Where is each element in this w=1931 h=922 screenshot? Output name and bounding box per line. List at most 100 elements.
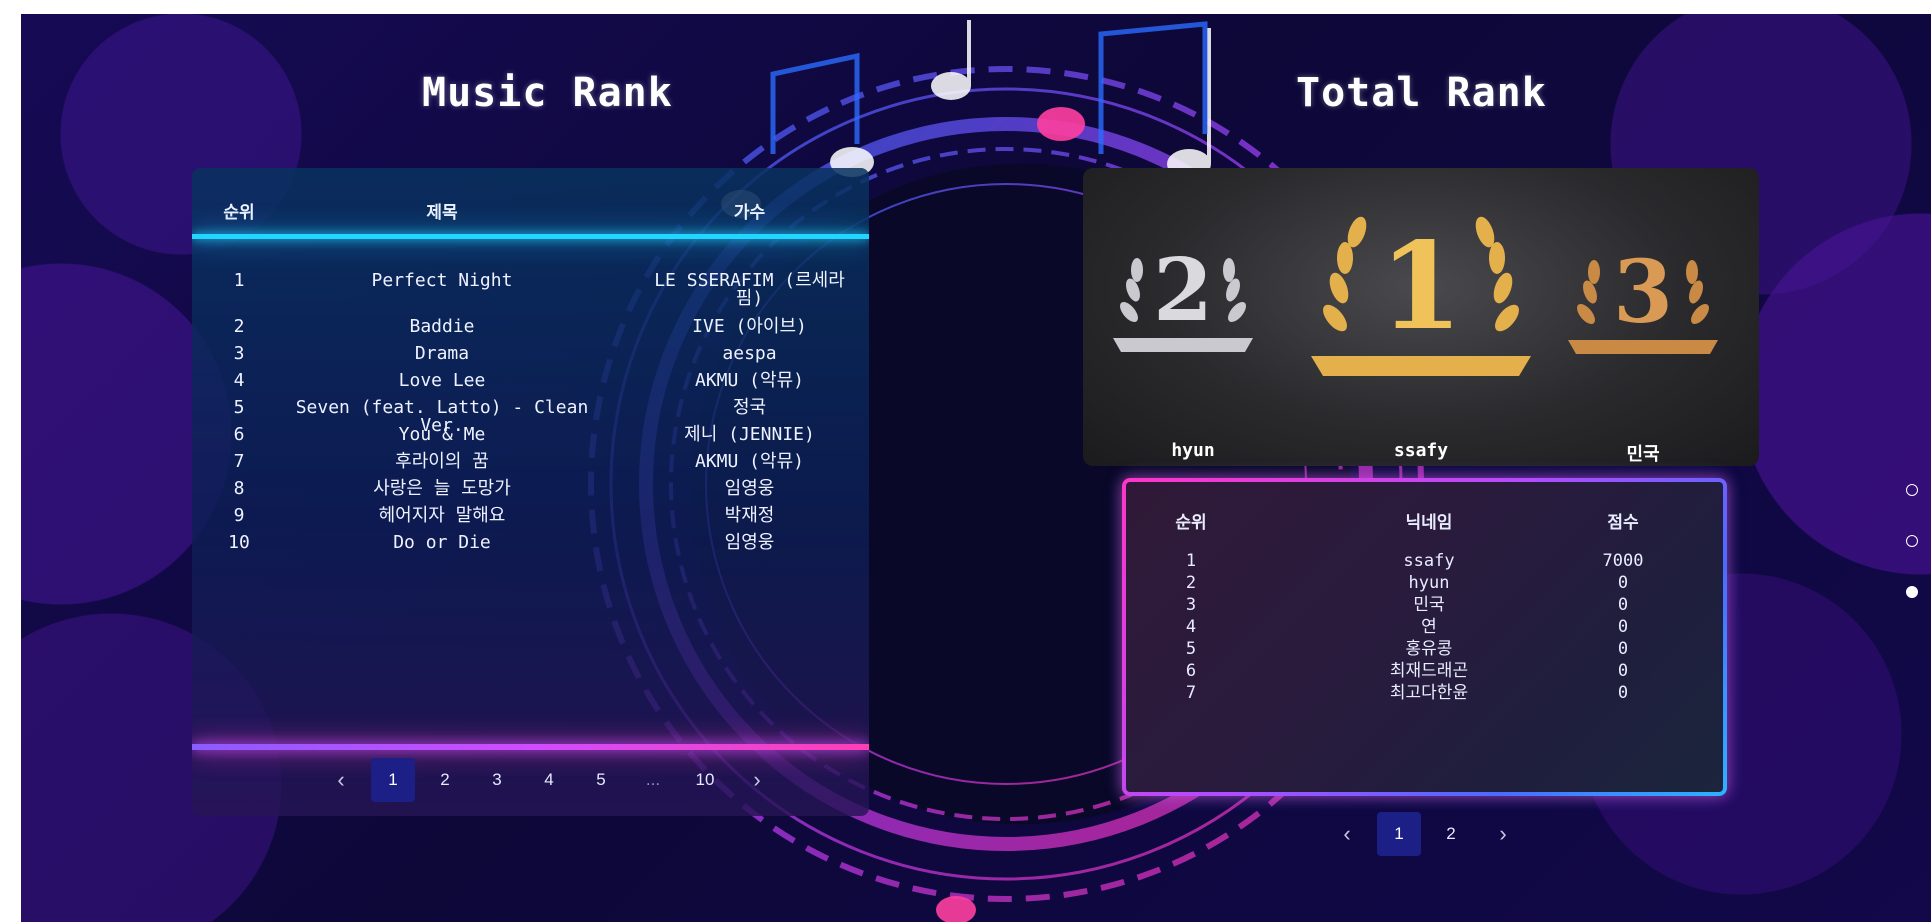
podium-name-first: ssafy — [1393, 440, 1449, 461]
music-row[interactable]: 1 Perfect Night LE SSERAFIM (르세라핌) — [192, 270, 869, 308]
row-nickname: 홍유콩 — [1405, 639, 1453, 659]
page-ellipsis: ... — [645, 770, 661, 789]
row-artist: AKMU (악뮤) — [695, 451, 804, 472]
page-button[interactable]: 4 — [527, 758, 571, 802]
page-button[interactable]: 2 — [423, 758, 467, 802]
row-nickname: hyun — [1408, 573, 1450, 593]
music-rank-title: Music Rank — [422, 70, 673, 116]
row-rank: 3 — [233, 343, 245, 364]
page-button-active[interactable]: 1 — [1377, 812, 1421, 856]
podium-place-3: 3 — [1613, 242, 1673, 343]
row-rank: 7 — [1185, 683, 1197, 703]
row-title: Drama — [414, 343, 470, 364]
row-artist: 제니 (JENNIE) — [684, 424, 815, 445]
table-row[interactable]: 4 연 0 — [1126, 618, 1723, 640]
table-row[interactable]: 3 민국 0 — [1126, 596, 1723, 618]
row-rank: 5 — [233, 397, 245, 418]
music-row[interactable]: 5 Seven (feat. Latto) - Clean Ver. 정국 — [192, 397, 869, 435]
podium-place-1: 1 — [1379, 216, 1463, 357]
row-rank: 2 — [233, 316, 245, 337]
podium-place-2: 2 — [1153, 240, 1213, 341]
row-title: 후라이의 꿈 — [395, 451, 489, 472]
table-row[interactable]: 7 최고다한윤 0 — [1126, 684, 1723, 706]
bronze-laurel-icon: 3 — [1568, 242, 1718, 354]
row-rank: 5 — [1185, 639, 1197, 659]
table-row[interactable]: 5 홍유콩 0 — [1126, 640, 1723, 662]
row-artist: aespa — [722, 343, 777, 364]
row-artist: IVE (아이브) — [692, 316, 807, 337]
row-artist: 임영웅 — [724, 478, 775, 499]
row-rank: 6 — [233, 424, 245, 445]
total-rank-header-row: 순위 닉네임 점수 — [1126, 508, 1723, 533]
page-button-active[interactable]: 1 — [371, 758, 415, 802]
row-rank: 3 — [1185, 595, 1197, 615]
music-row[interactable]: 3 Drama aespa — [192, 345, 869, 371]
row-rank: 1 — [1185, 551, 1197, 571]
row-score: 0 — [1617, 573, 1629, 593]
table-row[interactable]: 1 ssafy 7000 — [1126, 552, 1723, 574]
row-title: You & Me — [398, 424, 486, 445]
header-rank: 순위 — [223, 203, 255, 223]
row-artist: LE SSERAFIM (르세라핌) — [654, 270, 845, 309]
podium-name-third: 민국 — [1626, 444, 1660, 465]
row-score: 0 — [1617, 683, 1629, 703]
row-rank: 10 — [228, 532, 250, 553]
music-row[interactable]: 8 사랑은 늘 도망가 임영웅 — [192, 480, 869, 506]
total-rank-table: 순위 닉네임 점수 1 ssafy 7000 2 hyun 0 3 민국 0 4… — [1122, 478, 1727, 796]
gold-laurel-icon: 1 — [1311, 216, 1531, 376]
section-dot-1[interactable] — [1906, 484, 1918, 496]
row-nickname: 최고다한윤 — [1389, 683, 1469, 703]
music-rank-header-row: 순위 제목 가수 — [192, 198, 869, 228]
row-rank: 1 — [233, 270, 245, 291]
row-title: 헤어지자 말해요 — [378, 505, 506, 526]
music-row[interactable]: 2 Baddie IVE (아이브) — [192, 318, 869, 344]
music-row[interactable]: 9 헤어지자 말해요 박재정 — [192, 507, 869, 533]
row-artist: 정국 — [732, 397, 767, 418]
page-button[interactable]: 2 — [1429, 812, 1473, 856]
table-row[interactable]: 2 hyun 0 — [1126, 574, 1723, 596]
row-artist: 박재정 — [724, 505, 775, 526]
row-title: 사랑은 늘 도망가 — [373, 478, 511, 499]
header-title: 제목 — [426, 203, 458, 223]
music-row[interactable]: 6 You & Me 제니 (JENNIE) — [192, 426, 869, 452]
row-nickname: 민국 — [1413, 595, 1445, 615]
row-score: 7000 — [1602, 551, 1644, 571]
row-nickname: 최재드래곤 — [1389, 661, 1469, 681]
row-artist: 임영웅 — [724, 532, 775, 553]
row-nickname: 연 — [1421, 617, 1437, 637]
music-row[interactable]: 4 Love Lee AKMU (악뮤) — [192, 372, 869, 398]
row-score: 0 — [1617, 595, 1629, 615]
total-rank-title: Total Rank — [1296, 70, 1547, 116]
music-rank-panel: 순위 제목 가수 1 Perfect Night LE SSERAFIM (르세… — [192, 168, 869, 816]
page-button[interactable]: 3 — [475, 758, 519, 802]
row-rank: 6 — [1185, 661, 1197, 681]
row-score: 0 — [1617, 617, 1629, 637]
row-rank: 7 — [233, 451, 245, 472]
row-rank: 9 — [233, 505, 245, 526]
header-score: 점수 — [1607, 513, 1639, 533]
page-button[interactable]: 5 — [579, 758, 623, 802]
table-row[interactable]: 6 최재드래곤 0 — [1126, 662, 1723, 684]
music-pagination: ‹ 1 2 3 4 5 ... 10 › — [319, 758, 779, 802]
music-row[interactable]: 7 후라이의 꿈 AKMU (악뮤) — [192, 453, 869, 479]
neon-divider-top — [192, 234, 869, 239]
prev-page-button[interactable]: ‹ — [1325, 812, 1369, 856]
header-rank: 순위 — [1175, 513, 1207, 533]
row-nickname: ssafy — [1403, 551, 1455, 571]
row-title: Love Lee — [398, 370, 486, 391]
podium-name-second: hyun — [1171, 440, 1215, 461]
music-row[interactable]: 10 Do or Die 임영웅 — [192, 534, 869, 560]
prev-page-button[interactable]: ‹ — [319, 758, 363, 802]
total-rank-pagination: ‹ 1 2 › — [1325, 812, 1525, 856]
section-dot-3-active[interactable] — [1906, 586, 1918, 598]
next-page-button[interactable]: › — [735, 758, 779, 802]
neon-divider-bottom — [192, 744, 869, 750]
row-rank: 4 — [1185, 617, 1197, 637]
row-rank: 4 — [233, 370, 245, 391]
page-button[interactable]: 10 — [683, 758, 727, 802]
next-page-button[interactable]: › — [1481, 812, 1525, 856]
row-title: Do or Die — [393, 532, 491, 553]
row-score: 0 — [1617, 639, 1629, 659]
header-artist: 가수 — [733, 203, 766, 223]
section-dot-2[interactable] — [1906, 535, 1918, 547]
